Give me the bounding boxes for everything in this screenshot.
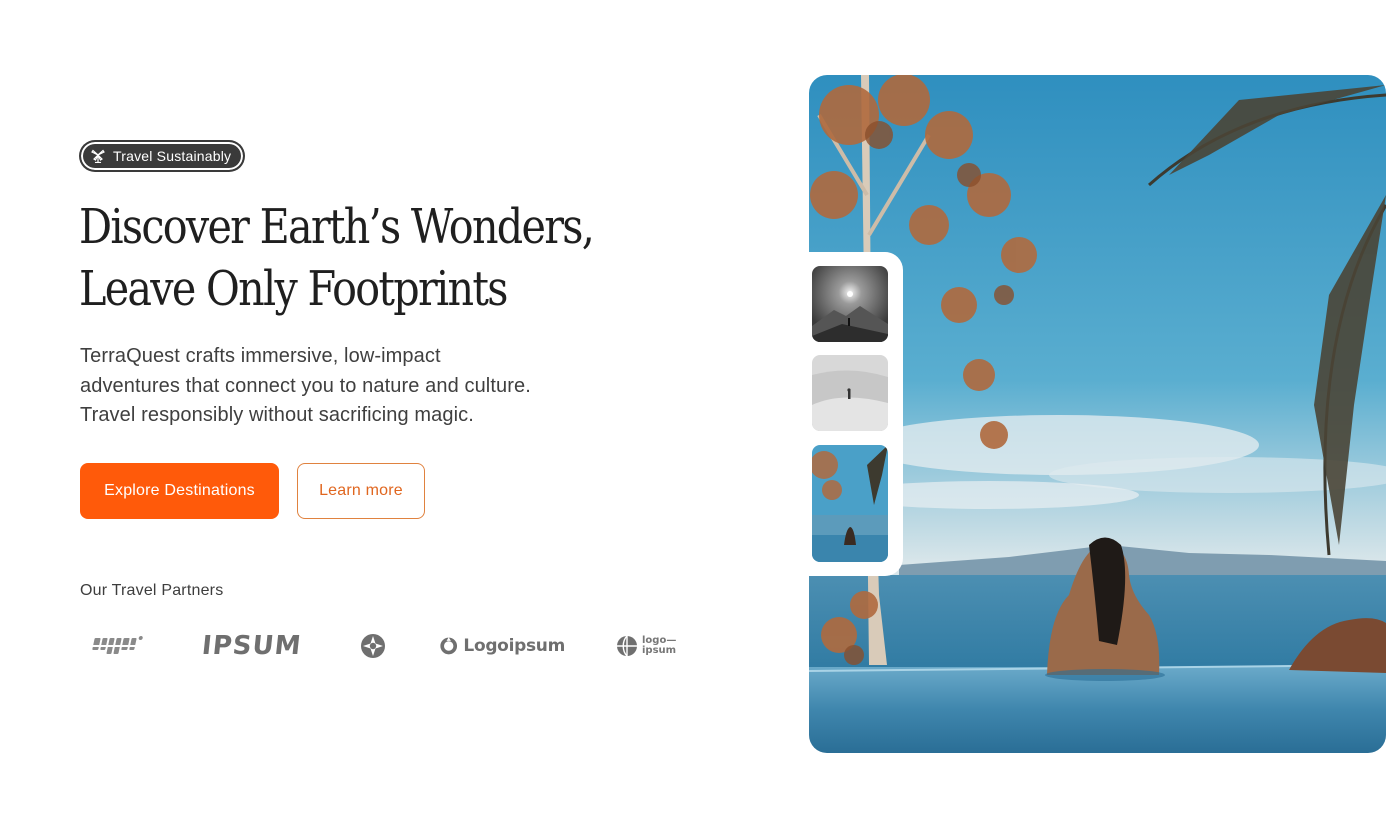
explore-destinations-button[interactable]: Explore Destinations xyxy=(80,463,279,519)
globe-logo-icon xyxy=(617,635,637,657)
partners-title: Our Travel Partners xyxy=(80,582,224,599)
description-line-1: TerraQuest crafts immersive, low-impact xyxy=(80,345,441,367)
thumbnail-mountain[interactable] xyxy=(812,266,888,342)
partner-logos: IPSUM Logoipsum logo— ipsum xyxy=(80,624,700,668)
hero-description: TerraQuest crafts immersive, low-impact … xyxy=(80,342,600,431)
learn-more-button[interactable]: Learn more xyxy=(297,463,425,519)
logo-1-icon xyxy=(90,624,152,668)
logoipsum-logo: Logoipsum xyxy=(440,624,565,668)
headline-line-1: Discover Earth’s Wonders, xyxy=(79,199,595,255)
ipsum-logo-text: IPSUM xyxy=(200,631,304,661)
badge-label: Travel Sustainably xyxy=(113,148,232,164)
travel-sustainably-badge: Travel Sustainably xyxy=(80,141,245,171)
description-line-2: adventures that connect you to nature an… xyxy=(80,374,531,397)
thumbnail-strip xyxy=(809,252,903,576)
thumbnail-desert[interactable] xyxy=(812,355,888,431)
page-headline: Discover Earth’s Wonders, Leave Only Foo… xyxy=(79,196,612,320)
headline-line-2: Leave Only Footprints xyxy=(79,261,508,317)
thumbnail-pool[interactable] xyxy=(812,445,888,562)
windmill-icon xyxy=(91,149,105,163)
logoipsum-ring-icon xyxy=(440,637,458,655)
ipsum-logo: IPSUM xyxy=(200,624,312,668)
logo-ipsum-small-text: logo— ipsum xyxy=(642,635,677,656)
infinity-pool-thumbnail-photo xyxy=(812,445,888,562)
logo-ipsum-small-logo: logo— ipsum xyxy=(616,624,680,668)
desert-dunes-bw-photo xyxy=(812,355,888,431)
logoipsum-logo-text: Logoipsum xyxy=(463,636,565,656)
mountain-sunrise-bw-photo xyxy=(812,266,888,342)
description-line-3: Travel responsibly without sacrificing m… xyxy=(80,404,474,426)
star-circle-logo-icon xyxy=(360,624,390,668)
